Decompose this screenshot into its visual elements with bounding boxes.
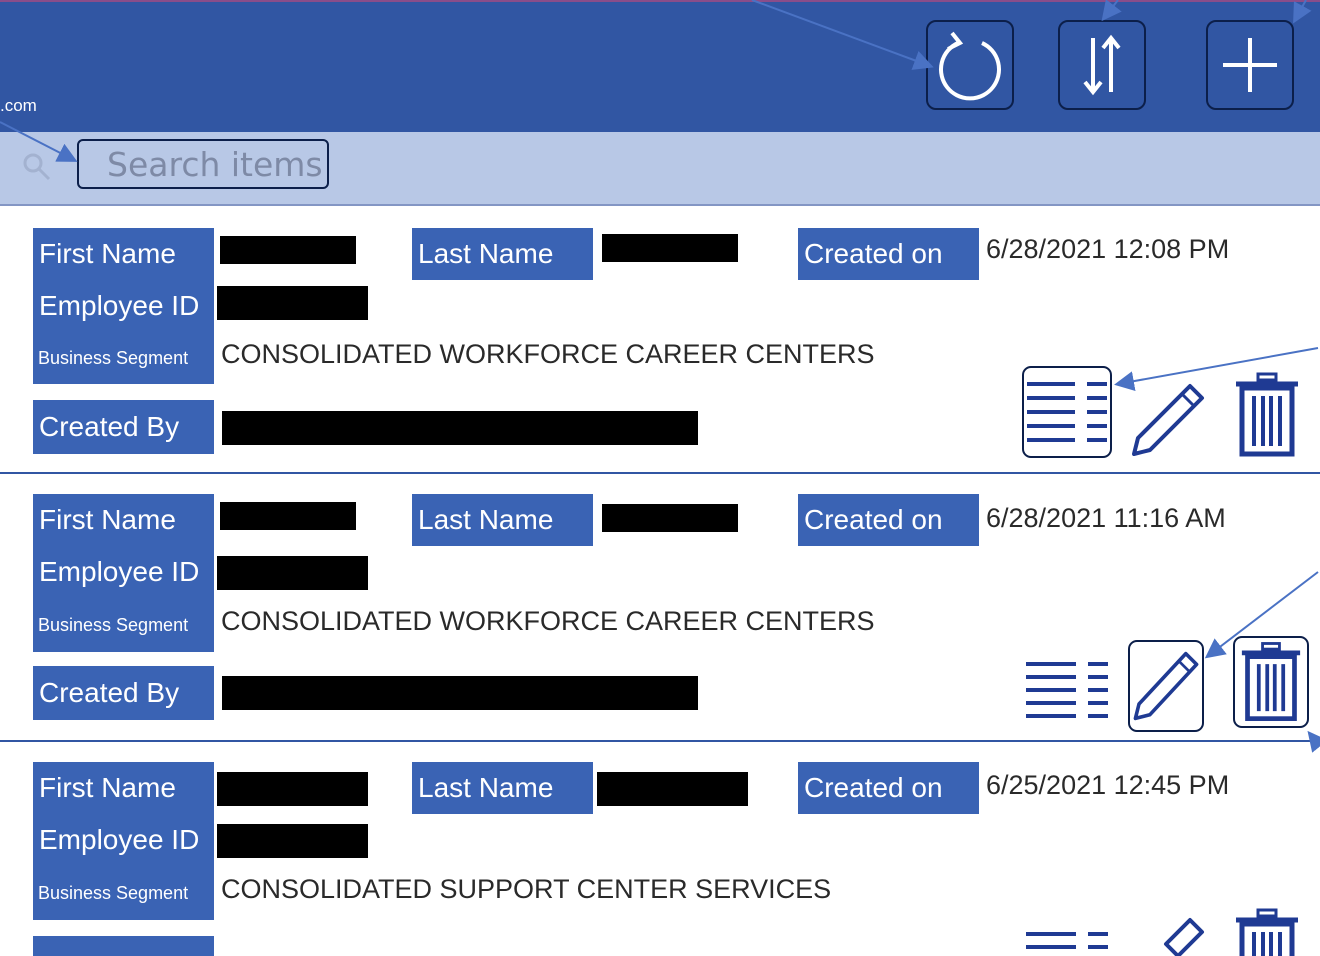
details-list-icon: [1026, 662, 1108, 718]
created-by-value-redacted: [222, 676, 698, 710]
trash-icon: [1241, 642, 1301, 721]
last-name-value-redacted: [602, 504, 738, 532]
employee-id-value-redacted: [217, 556, 368, 590]
user-email: .com: [0, 96, 37, 115]
business-segment-value: CONSOLIDATED WORKFORCE CAREER CENTERS: [221, 339, 875, 369]
edit-button[interactable]: [1148, 916, 1208, 956]
created-on-label: Created on: [798, 762, 979, 814]
business-segment-label: Business Segment: [33, 332, 214, 384]
delete-button[interactable]: [1232, 908, 1302, 956]
first-name-label: First Name: [33, 762, 214, 814]
add-item-button[interactable]: [1206, 20, 1294, 110]
first-name-value-redacted: [220, 236, 356, 264]
search-icon: [23, 153, 51, 181]
search-bar: [0, 132, 1320, 206]
last-name-label: Last Name: [412, 762, 593, 814]
first-name-label: First Name: [33, 494, 214, 546]
refresh-icon: [939, 31, 1001, 101]
pencil-icon: [1164, 918, 1204, 956]
business-segment-label: Business Segment: [33, 866, 214, 920]
record-item[interactable]: First Name Last Name Created on 6/28/202…: [0, 474, 1320, 742]
created-on-value: 6/25/2021 12:45 PM: [986, 770, 1230, 800]
last-name-value-redacted: [597, 772, 748, 806]
employee-id-label: Employee ID: [33, 546, 214, 598]
business-segment-label: Business Segment: [33, 598, 214, 652]
first-name-value-redacted: [220, 502, 356, 530]
created-on-label: Created on: [798, 494, 979, 546]
pencil-icon: [1132, 384, 1204, 456]
first-name-value-redacted: [217, 772, 368, 806]
employee-id-label: Employee ID: [33, 814, 214, 866]
created-by-label: Created By: [33, 400, 214, 454]
app-header: .com: [0, 0, 1320, 132]
search-box[interactable]: [77, 139, 349, 189]
view-details-button[interactable]: [1024, 926, 1110, 956]
last-name-label: Last Name: [412, 494, 593, 546]
last-name-label: Last Name: [412, 228, 593, 280]
employee-id-value-redacted: [217, 824, 368, 858]
details-list-icon: [1027, 382, 1107, 442]
search-input[interactable]: [105, 143, 349, 185]
trash-icon: [1236, 908, 1298, 956]
record-item[interactable]: First Name Last Name Created on 6/25/202…: [0, 742, 1320, 956]
business-segment-value: CONSOLIDATED SUPPORT CENTER SERVICES: [221, 874, 832, 904]
employee-id-value-redacted: [217, 286, 368, 320]
record-item[interactable]: First Name Last Name Created on 6/28/202…: [0, 206, 1320, 474]
delete-button[interactable]: [1233, 636, 1309, 728]
pencil-icon: [1133, 651, 1199, 721]
plus-icon: [1223, 38, 1277, 92]
details-list-icon: [1026, 932, 1108, 949]
created-by-value-redacted: [222, 411, 698, 445]
created-on-label: Created on: [798, 228, 979, 280]
edit-button[interactable]: [1126, 378, 1210, 462]
view-details-button[interactable]: [1022, 656, 1112, 726]
trash-icon: [1236, 372, 1298, 457]
employee-id-label: Employee ID: [33, 280, 214, 332]
created-on-value: 6/28/2021 12:08 PM: [986, 234, 1230, 264]
view-details-button[interactable]: [1022, 366, 1112, 458]
last-name-value-redacted: [602, 234, 738, 262]
created-by-label: [33, 936, 214, 956]
sort-button[interactable]: [1058, 20, 1146, 110]
business-segment-value: CONSOLIDATED WORKFORCE CAREER CENTERS: [221, 606, 875, 636]
first-name-label: First Name: [33, 228, 214, 280]
refresh-button[interactable]: [926, 20, 1014, 110]
sort-icon: [1083, 34, 1121, 96]
delete-button[interactable]: [1230, 370, 1304, 460]
created-by-label: Created By: [33, 666, 214, 720]
created-on-value: 6/28/2021 11:16 AM: [986, 503, 1226, 533]
edit-button[interactable]: [1128, 640, 1204, 732]
